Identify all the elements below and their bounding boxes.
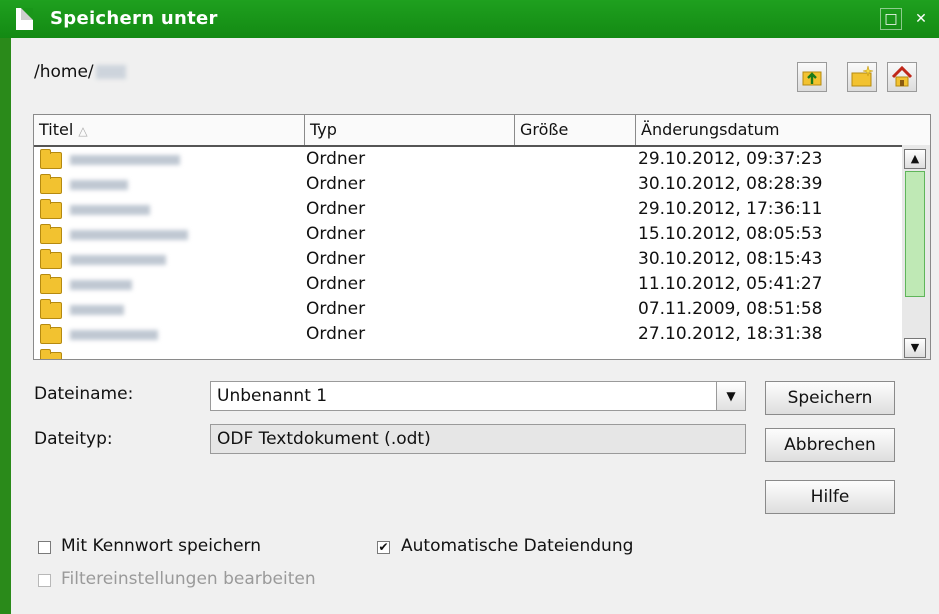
file-date: 15.10.2012, 08:05:53 <box>638 224 823 244</box>
file-type: Ordner <box>306 299 366 319</box>
filename-dropdown-button[interactable]: ▼ <box>716 381 746 411</box>
folder-icon <box>40 224 62 244</box>
file-type: Ordner <box>306 149 366 169</box>
file-date: 29.10.2012, 17:36:11 <box>638 199 823 219</box>
scrollbar-thumb[interactable] <box>905 171 925 297</box>
file-type: Ordner <box>306 249 366 269</box>
list-item[interactable]: Ordner 11.10.2012, 05:41:27 <box>34 272 902 297</box>
file-name-redacted <box>70 230 188 240</box>
file-date: 07.11.2009, 08:51:58 <box>638 299 823 319</box>
filename-input[interactable]: Unbenannt 1 <box>210 381 717 411</box>
home-icon <box>891 65 913 87</box>
file-date: 29.10.2012, 09:37:23 <box>638 149 823 169</box>
chevron-down-icon: ▼ <box>726 389 736 403</box>
file-date: 27.10.2012, 18:31:38 <box>638 324 823 344</box>
file-date: 30.10.2012, 08:15:43 <box>638 249 823 269</box>
file-name-redacted <box>70 180 128 190</box>
file-name-redacted <box>70 255 166 265</box>
file-name-redacted <box>70 330 158 340</box>
folder-icon <box>40 324 62 344</box>
document-icon <box>16 8 33 30</box>
auto-extension-checkbox[interactable]: ✔ <box>377 541 390 554</box>
folder-up-button[interactable] <box>797 62 827 92</box>
maximize-button[interactable]: □ <box>880 8 902 30</box>
folder-icon <box>40 274 62 294</box>
path-text: /home/ <box>34 62 94 82</box>
close-button[interactable]: ✕ <box>910 8 932 30</box>
folder-icon <box>40 299 62 319</box>
list-item[interactable]: Ordner 30.10.2012, 08:15:43 <box>34 247 902 272</box>
cancel-button[interactable]: Abbrechen <box>765 428 895 462</box>
scroll-down-button[interactable]: ▼ <box>904 338 926 358</box>
current-path: /home/ <box>34 62 126 82</box>
new-folder-icon <box>851 65 874 87</box>
path-username-redacted <box>95 65 126 79</box>
home-folder-button[interactable] <box>887 62 917 92</box>
file-list[interactable]: Titel △ Typ Größe Änderungsdatum Ordner … <box>33 114 931 360</box>
file-name-redacted <box>70 305 124 315</box>
list-item[interactable]: Ordner 27.10.2012, 18:31:38 <box>34 322 902 347</box>
password-checkbox-label[interactable]: Mit Kennwort speichern <box>61 536 261 556</box>
list-item[interactable]: Ordner 30.10.2012, 08:28:39 <box>34 172 902 197</box>
folder-icon <box>40 349 62 359</box>
sort-ascending-icon: △ <box>78 124 88 138</box>
file-list-header: Titel △ Typ Größe Änderungsdatum <box>34 115 930 147</box>
file-name-redacted <box>70 205 150 215</box>
list-item[interactable]: Ordner 29.10.2012, 09:37:23 <box>34 147 902 172</box>
filter-settings-checkbox <box>38 574 51 587</box>
file-type: Ordner <box>306 199 366 219</box>
list-item[interactable]: Ordner 15.10.2012, 08:05:53 <box>34 222 902 247</box>
column-header-size[interactable]: Größe <box>515 115 636 145</box>
help-button[interactable]: Hilfe <box>765 480 895 514</box>
column-header-modified[interactable]: Änderungsdatum <box>636 115 930 145</box>
window-title: Speichern unter <box>50 8 218 29</box>
file-date: 30.10.2012, 08:28:39 <box>638 174 823 194</box>
column-header-title[interactable]: Titel △ <box>34 115 305 145</box>
folder-up-icon <box>802 71 822 86</box>
list-item[interactable]: Ordner 29.10.2012, 17:36:11 <box>34 197 902 222</box>
scroll-up-button[interactable]: ▲ <box>904 149 926 169</box>
file-name-redacted <box>70 155 180 165</box>
folder-icon <box>40 149 62 169</box>
file-type: Ordner <box>306 174 366 194</box>
file-name-redacted <box>70 280 132 290</box>
auto-extension-checkbox-label[interactable]: Automatische Dateiendung <box>401 536 633 556</box>
file-type: Ordner <box>306 274 366 294</box>
dialog-body: /home/ Titel △ Typ Größe Änderungsdatum … <box>11 38 939 614</box>
filetype-select[interactable]: ODF Textdokument (.odt) <box>210 424 746 454</box>
folder-icon <box>40 249 62 269</box>
column-header-type[interactable]: Typ <box>305 115 515 145</box>
folder-icon <box>40 174 62 194</box>
save-as-dialog: Speichern unter □ ✕ /home/ Titel △ Typ G… <box>0 0 939 614</box>
title-bar[interactable]: Speichern unter □ ✕ <box>0 0 939 38</box>
file-date: 11.10.2012, 05:41:27 <box>638 274 823 294</box>
filename-label: Dateiname: <box>34 384 134 404</box>
file-type: Ordner <box>306 224 366 244</box>
filter-settings-checkbox-label: Filtereinstellungen bearbeiten <box>61 569 316 589</box>
filetype-label: Dateityp: <box>34 429 113 449</box>
file-type: Ordner <box>306 324 366 344</box>
save-button[interactable]: Speichern <box>765 381 895 415</box>
vertical-scrollbar[interactable]: ▲ ▼ <box>902 145 930 359</box>
list-item-partial[interactable] <box>34 347 902 359</box>
list-item[interactable]: Ordner 07.11.2009, 08:51:58 <box>34 297 902 322</box>
folder-icon <box>40 199 62 219</box>
new-folder-button[interactable] <box>847 62 877 92</box>
password-checkbox[interactable] <box>38 541 51 554</box>
